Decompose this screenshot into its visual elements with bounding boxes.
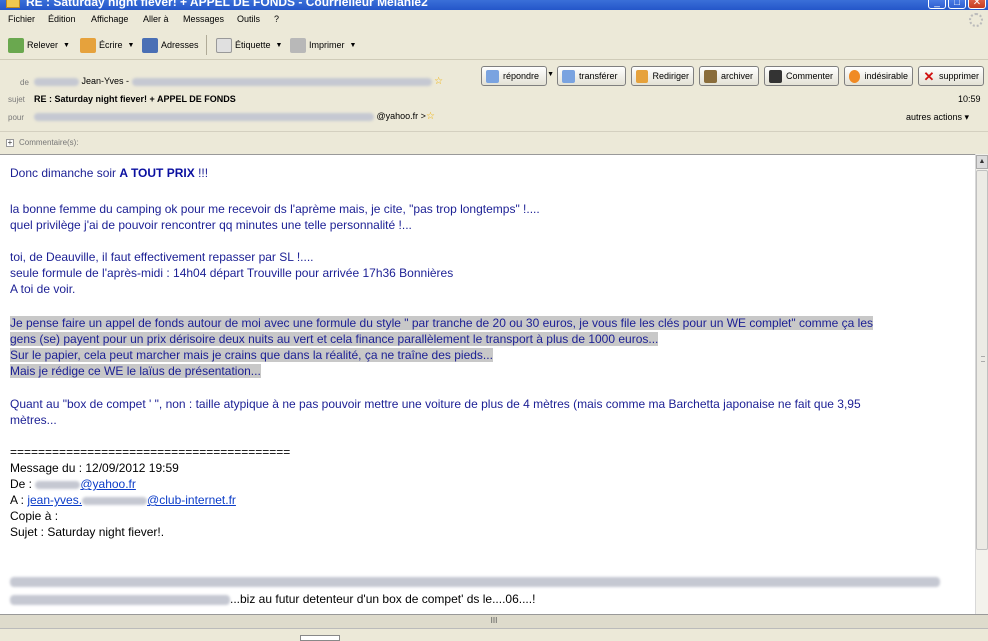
forward-button[interactable]: transférer [557, 66, 626, 86]
menu-edition[interactable]: Édition [48, 14, 76, 24]
redirect-icon [636, 69, 649, 83]
minimize-button[interactable]: _ [928, 0, 946, 9]
redacted-text [34, 77, 79, 86]
quote-separator: ======================================== [10, 445, 291, 459]
app-icon [6, 0, 20, 8]
body-line-selected: gens (se) payent pour un prix dérisoire … [10, 332, 659, 346]
status-bar [0, 628, 988, 641]
splitter-grip: III [490, 616, 498, 625]
redacted-text [10, 576, 940, 587]
redirect-button[interactable]: Rediriger [631, 66, 694, 86]
activity-throbber-icon [969, 13, 983, 27]
from-label: de [20, 78, 29, 87]
delete-x-icon: ✕ [923, 68, 935, 84]
body-line: mètres... [10, 413, 57, 427]
pane-splitter[interactable]: III [0, 614, 988, 628]
flame-icon [849, 69, 861, 83]
chevron-down-icon[interactable]: ▼ [547, 71, 554, 78]
scroll-up-arrow-icon[interactable]: ▲ [976, 155, 988, 169]
quote-subject: Sujet : Saturday night fiever!. [10, 525, 165, 539]
close-button[interactable]: ✕ [968, 0, 986, 9]
menu-help[interactable]: ? [274, 14, 279, 24]
delete-button[interactable]: ✕ supprimer [918, 66, 984, 86]
body-line: Quant au "box de compet ' ", non : taill… [10, 397, 861, 411]
write-button[interactable]: Écrire ▼ [80, 36, 134, 54]
blurred-line [10, 573, 940, 590]
star-icon[interactable]: ☆ [426, 111, 435, 122]
subject-text: RE : Saturday night fiever! + APPEL DE F… [34, 94, 236, 104]
redacted-text [10, 594, 230, 605]
address-book-icon [142, 37, 158, 53]
address-book-button[interactable]: Adresses [142, 36, 199, 54]
reply-icon [486, 69, 499, 83]
body-line: quel privilège j'ai de pouvoir rencontre… [10, 218, 412, 232]
from-row: Jean-Yves - ☆ [34, 76, 443, 87]
body-line: A toi de voir. [10, 282, 76, 296]
status-panel [300, 635, 340, 641]
body-line-selected: Je pense faire un appel de fonds autour … [10, 316, 873, 330]
body-line-selected: Sur le papier, cela peut marcher mais je… [10, 348, 493, 362]
comments-label[interactable]: Commentaire(s): [19, 138, 79, 147]
pencil-icon [80, 37, 96, 53]
tag-button[interactable]: Étiquette ▼ [216, 36, 282, 54]
message-time: 10:59 [958, 94, 981, 104]
message-header: de Jean-Yves - ☆ sujet RE : Saturday nig… [0, 61, 988, 131]
to-row: @yahoo.fr >☆ [34, 111, 435, 122]
pen-icon [769, 69, 782, 83]
menu-bar: Fichier Édition Affichage Aller à Messag… [0, 10, 988, 30]
chevron-down-icon[interactable]: ▼ [276, 42, 283, 49]
quote-date: Message du : 12/09/2012 19:59 [10, 461, 179, 475]
menu-outils[interactable]: Outils [237, 14, 260, 24]
main-toolbar: Relever ▼ Écrire ▼ Adresses Étiquette ▼ Imp… [0, 30, 988, 60]
body-line-selected: Mais je rédige ce WE le laïus de présent… [10, 364, 261, 378]
printer-icon [290, 37, 306, 53]
quote-cc: Copie à : [10, 509, 59, 523]
quote-to: A : jean-yves. @club-internet.fr [10, 493, 236, 507]
to-label: pour [8, 113, 25, 122]
expand-plus-icon[interactable]: + [6, 139, 14, 147]
redacted-text [131, 77, 432, 86]
body-line: seule formule de l'après-midi : 14h04 dé… [10, 266, 454, 280]
message-body[interactable]: Donc dimanche soir A TOUT PRIX !!! la bo… [0, 154, 975, 614]
get-mail-button[interactable]: Relever ▼ [8, 36, 70, 54]
title-bar: RE : Saturday night fiever! + APPEL DE F… [0, 0, 988, 10]
toolbar-separator [206, 35, 207, 55]
body-scrollbar[interactable]: ▲ [975, 154, 988, 614]
from-name[interactable]: Jean-Yves - [82, 76, 130, 86]
comments-section: + Commentaire(s): [0, 131, 988, 153]
menu-messages[interactable]: Messages [183, 14, 224, 24]
maximize-button[interactable]: □ [948, 0, 966, 9]
to-address[interactable]: @yahoo.fr > [377, 111, 426, 121]
get-mail-icon [8, 37, 24, 53]
menu-aller-a[interactable]: Aller à [143, 14, 169, 24]
print-button[interactable]: Imprimer ▼ [290, 36, 356, 54]
tag-icon [216, 37, 232, 53]
forward-icon [562, 69, 575, 83]
quote-from: De : @yahoo.fr [10, 477, 136, 491]
chevron-down-icon[interactable]: ▼ [350, 42, 357, 49]
reply-button[interactable]: répondre ▼ [481, 66, 554, 86]
body-line: Donc dimanche soir A TOUT PRIX !!! [10, 166, 209, 180]
junk-button[interactable]: indésirable [844, 66, 913, 86]
other-actions-button[interactable]: autres actions ▾ [906, 112, 969, 123]
menu-fichier[interactable]: Fichier [8, 14, 35, 24]
redacted-text [35, 480, 81, 489]
menu-affichage[interactable]: Affichage [91, 14, 128, 24]
archive-icon [704, 69, 717, 83]
chevron-down-icon[interactable]: ▼ [63, 42, 70, 49]
scroll-grip-icon [981, 356, 985, 362]
star-icon[interactable]: ☆ [434, 76, 443, 87]
quote-last-line: ...biz au futur detenteur d'un box de co… [10, 591, 535, 608]
subject-label: sujet [8, 95, 25, 104]
scroll-thumb[interactable] [976, 170, 988, 550]
chevron-down-icon[interactable]: ▼ [128, 42, 135, 49]
archive-button[interactable]: archiver [699, 66, 759, 86]
redacted-text [34, 112, 374, 121]
window-title: RE : Saturday night fiever! + APPEL DE F… [26, 0, 428, 9]
body-line: la bonne femme du camping ok pour me rec… [10, 202, 540, 216]
body-line: toi, de Deauville, il faut effectivement… [10, 250, 314, 264]
comment-button[interactable]: Commenter [764, 66, 839, 86]
redacted-text [82, 496, 148, 505]
